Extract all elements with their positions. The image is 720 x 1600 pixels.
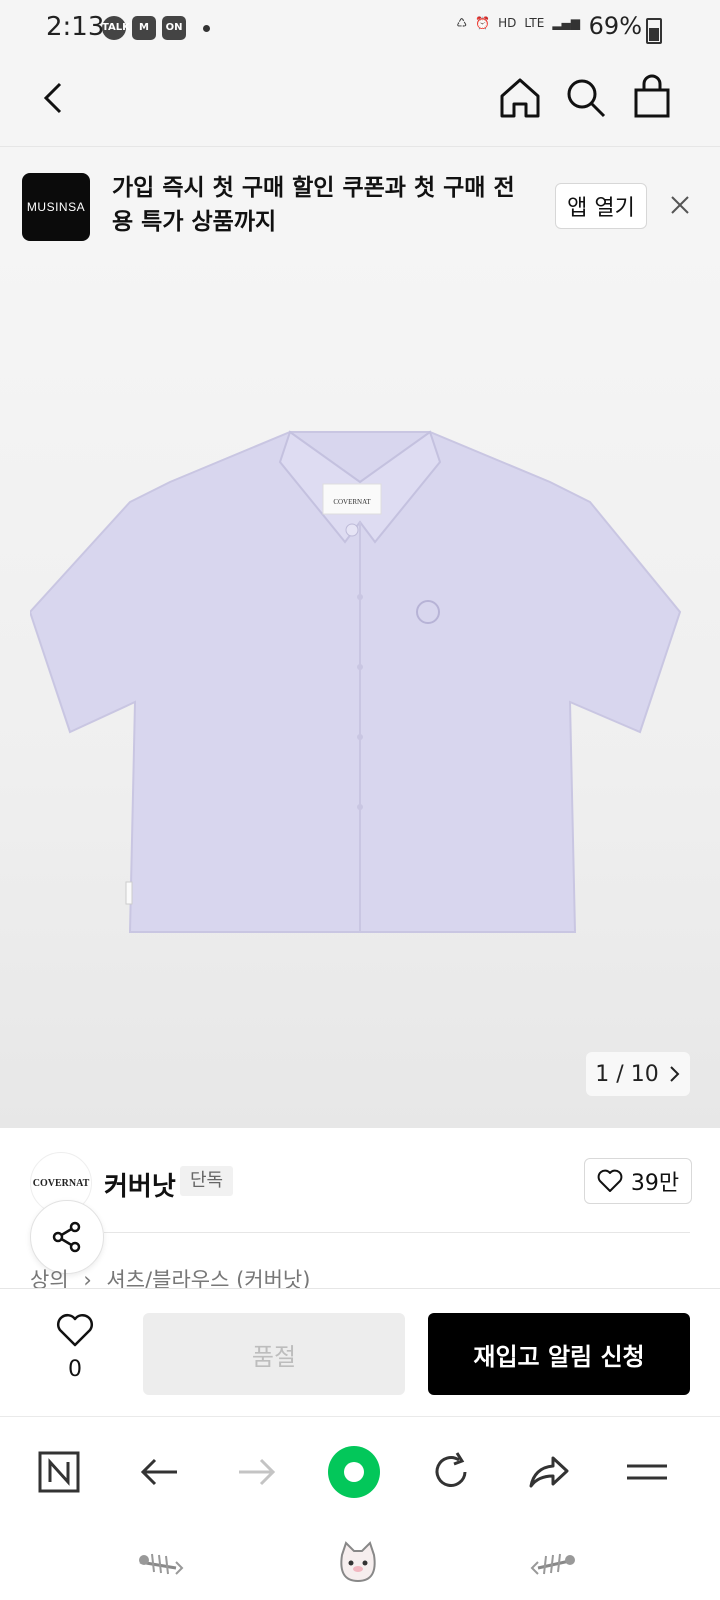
open-app-button[interactable]: 앱 열기 — [555, 183, 647, 229]
back-arrow-icon — [43, 82, 62, 114]
system-nav-bar — [0, 1526, 720, 1600]
talk-notification-icon: TALK — [102, 16, 130, 40]
cat-face-icon — [340, 1541, 376, 1583]
exclusive-badge: 단독 — [180, 1166, 234, 1196]
browser-toolbar — [0, 1416, 720, 1527]
app-install-banner: MUSINSA 가입 즉시 첫 구매 할인 쿠폰과 첫 구매 전용 특가 상품까… — [0, 146, 720, 243]
home-icon — [500, 78, 540, 118]
naver-home-button[interactable] — [32, 1445, 86, 1499]
browser-menu-button[interactable] — [620, 1445, 674, 1499]
purchase-bar: 0 품절 재입고 알림 신청 — [0, 1288, 720, 1417]
hd-voice-icon: HD — [498, 16, 517, 30]
lte-icon: LTE — [524, 16, 545, 30]
back-nav-button[interactable] — [526, 1538, 582, 1588]
browser-back-button[interactable] — [132, 1445, 186, 1499]
forward-share-icon — [529, 1456, 569, 1488]
heart-icon — [57, 1314, 93, 1347]
heart-icon — [597, 1169, 623, 1192]
arrow-left-icon — [140, 1458, 177, 1486]
more-notifications-dot-icon — [203, 25, 210, 32]
brand-name[interactable]: 커버낫 — [104, 1166, 176, 1203]
fishbone-icon — [139, 1553, 184, 1575]
musinsa-logo: MUSINSA — [22, 173, 90, 241]
arrow-right-icon — [239, 1458, 276, 1486]
browser-forward-button[interactable] — [230, 1445, 284, 1499]
reload-button[interactable] — [424, 1445, 478, 1499]
shopping-bag-icon — [634, 74, 670, 118]
alarm-icon: ⏰ — [475, 16, 491, 30]
home-nav-button[interactable] — [330, 1538, 386, 1588]
divider — [104, 1232, 690, 1233]
share-icon — [52, 1221, 81, 1253]
image-counter-text: 1 / 10 — [595, 1061, 659, 1087]
share-button[interactable] — [30, 1200, 104, 1274]
status-icons: ♺ ⏰ HD LTE ▂▄▆ — [456, 16, 580, 30]
brand-like-button[interactable]: 39만 — [584, 1158, 692, 1204]
fishbone-icon — [530, 1553, 575, 1575]
hamburger-menu-icon — [627, 1464, 667, 1480]
recycle-icon: ♺ — [456, 16, 468, 30]
recent-apps-button[interactable] — [132, 1538, 188, 1588]
restock-alert-button[interactable]: 재입고 알림 신청 — [428, 1313, 690, 1395]
cart-button[interactable] — [628, 74, 676, 122]
on-notification-icon: ON — [162, 16, 186, 40]
soldout-button: 품절 — [143, 1313, 405, 1395]
naver-icon — [38, 1451, 80, 1493]
brand-section: COVERNAT 커버낫 단독 39만 상의 › 셔츠/블라우스 (커버낫) — [0, 1128, 720, 1292]
image-counter[interactable]: 1 / 10 — [586, 1052, 690, 1096]
close-icon — [671, 196, 689, 214]
brand-like-count: 39만 — [630, 1171, 680, 1196]
search-button[interactable] — [562, 74, 610, 122]
greendot-button[interactable] — [327, 1445, 381, 1499]
banner-close-button[interactable] — [668, 193, 692, 217]
status-time: 2:13 — [46, 12, 105, 42]
search-icon — [567, 79, 606, 118]
top-nav — [0, 50, 720, 146]
chevron-right-icon — [669, 1066, 680, 1082]
back-button[interactable] — [30, 74, 78, 122]
product-shirt-image: COVERNAT — [30, 430, 682, 933]
reload-icon — [435, 1452, 467, 1487]
battery-icon — [646, 18, 662, 44]
gmail-notification-icon: M — [132, 16, 156, 40]
battery-percent: 69% — [588, 12, 642, 40]
greendot-icon — [328, 1446, 380, 1498]
home-button[interactable] — [496, 74, 544, 122]
status-bar: 2:13 TALK M ON ♺ ⏰ HD LTE ▂▄▆ 69% — [0, 0, 720, 50]
browser-share-button[interactable] — [522, 1445, 576, 1499]
wishlist-count: 0 — [68, 1357, 82, 1382]
wishlist-button[interactable]: 0 — [50, 1313, 100, 1382]
signal-icon: ▂▄▆ — [552, 16, 580, 30]
product-image-carousel[interactable]: COVERNAT 1 / 10 — [0, 242, 720, 1128]
neck-tag-label: COVERNAT — [333, 498, 371, 506]
banner-message: 가입 즉시 첫 구매 할인 쿠폰과 첫 구매 전용 특가 상품까지 — [112, 175, 515, 235]
